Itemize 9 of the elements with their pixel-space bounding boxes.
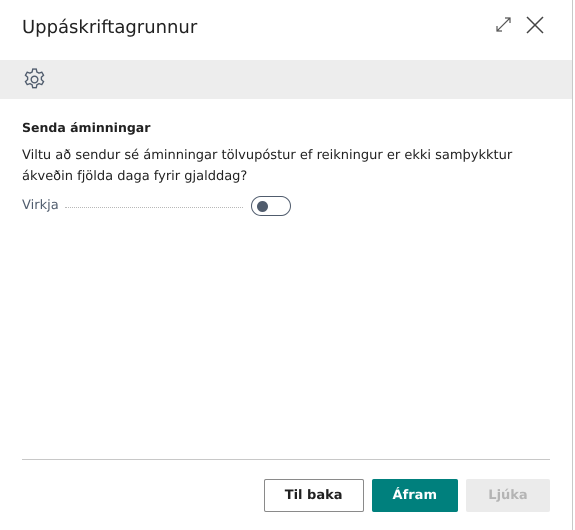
field-label: Virkja: [22, 197, 59, 215]
back-button[interactable]: Til baka: [264, 479, 364, 512]
section-heading: Senda áminningar: [22, 119, 152, 137]
close-icon[interactable]: [526, 16, 544, 34]
dialog-title: Uppáskriftagrunnur: [21, 16, 198, 40]
expand-icon[interactable]: [495, 16, 512, 33]
toggle-switch[interactable]: [250, 196, 291, 216]
primary-button[interactable]: Áfram: [372, 479, 458, 512]
section-description: Viltu að sendur sé áminningar tölvupóstur ef reikningur er ekki samþykktur ákveðin fjölda daga fyrir gjalddag?: [22, 146, 514, 186]
